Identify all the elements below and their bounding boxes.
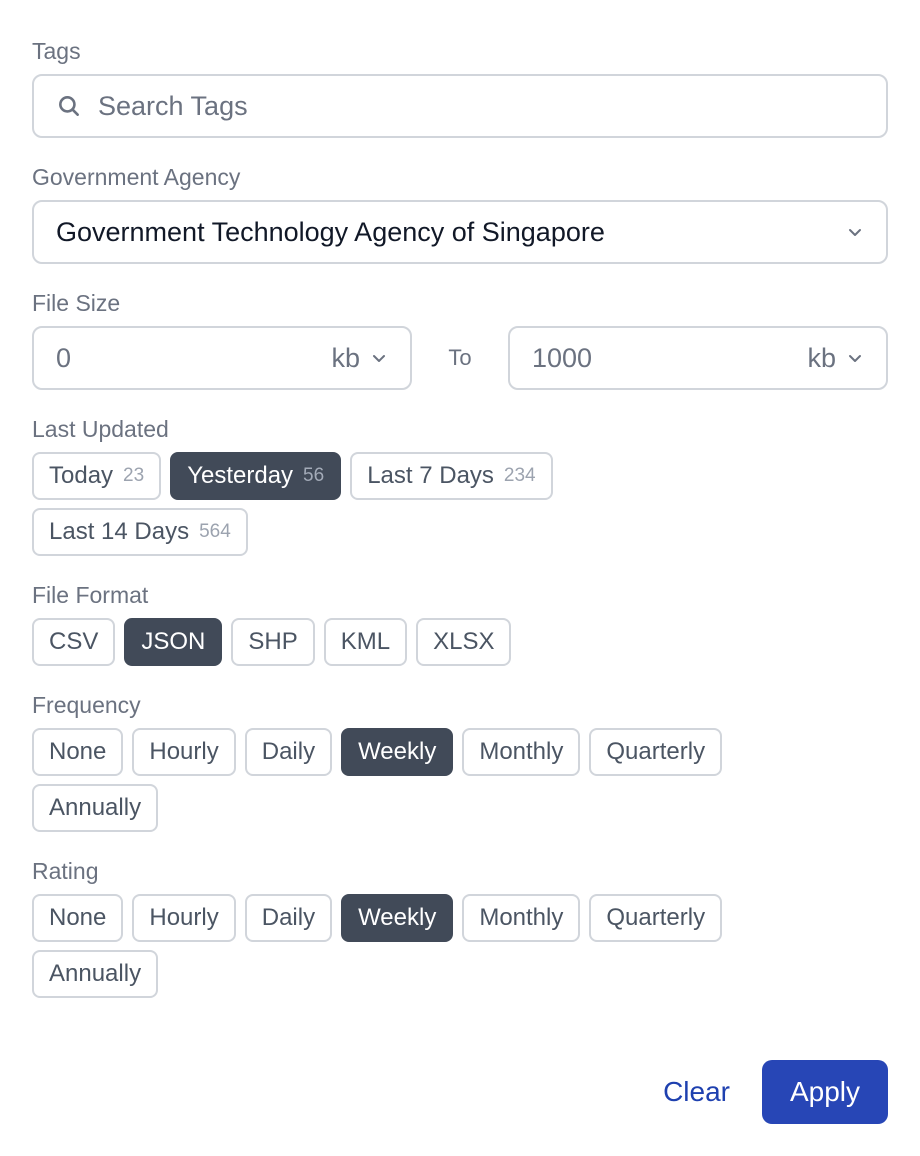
rating-chip-daily[interactable]: Daily [244, 894, 333, 942]
file-size-label: File Size [32, 290, 121, 316]
file-format-chip-csv[interactable]: CSV [32, 618, 116, 666]
rating-chip-weekly[interactable]: Weekly [341, 894, 454, 942]
agency-label: Government Agency [32, 164, 241, 190]
search-icon [56, 93, 82, 119]
last-updated-options: Today 23 Yesterday 56 Last 7 Days 234 La… [32, 452, 772, 556]
rating-chip-none[interactable]: None [32, 894, 124, 942]
file-size-max-value: 1000 [532, 342, 593, 373]
frequency-chip-daily[interactable]: Daily [244, 728, 333, 776]
file-size-min-input[interactable]: 0 kb [32, 326, 412, 390]
chip-label: Last 14 Days [49, 518, 190, 545]
last-updated-label: Last Updated [32, 416, 169, 442]
frequency-chip-quarterly[interactable]: Quarterly [589, 728, 723, 776]
agency-section: Government Agency Government Technology … [32, 162, 888, 264]
rating-label: Rating [32, 858, 99, 884]
filter-panel: Tags Government Agency Government Techno… [32, 36, 888, 1022]
file-size-max-unit: kb [807, 342, 836, 373]
chip-label: Yesterday [187, 462, 294, 489]
frequency-section: Frequency None Hourly Daily Weekly Month… [32, 690, 888, 832]
file-format-options: CSV JSON SHP KML XLSX [32, 618, 772, 666]
frequency-chip-none[interactable]: None [32, 728, 124, 776]
frequency-options: None Hourly Daily Weekly Monthly Quarter… [32, 728, 772, 832]
last-updated-chip-last-14-days[interactable]: Last 14 Days 564 [32, 508, 248, 556]
apply-button[interactable]: Apply [762, 1060, 888, 1124]
agency-selected-value: Government Technology Agency of Singapor… [56, 216, 605, 247]
chevron-down-icon [370, 349, 388, 367]
file-format-section: File Format CSV JSON SHP KML XLSX [32, 580, 888, 666]
file-size-section: File Size 0 kb To 1000 kb [32, 288, 888, 390]
rating-chip-monthly[interactable]: Monthly [462, 894, 581, 942]
frequency-label: Frequency [32, 692, 141, 718]
frequency-chip-weekly[interactable]: Weekly [341, 728, 454, 776]
file-size-max-input[interactable]: 1000 kb [508, 326, 888, 390]
chip-label: Last 7 Days [367, 462, 494, 489]
frequency-chip-annually[interactable]: Annually [32, 784, 159, 832]
chip-count: 564 [199, 521, 231, 542]
tags-label: Tags [32, 38, 81, 64]
last-updated-chip-yesterday[interactable]: Yesterday 56 [170, 452, 342, 500]
tags-search-input[interactable] [98, 90, 864, 122]
chevron-down-icon [846, 223, 864, 241]
file-size-max-unit-select[interactable]: kb [807, 343, 864, 374]
file-format-chip-json[interactable]: JSON [124, 618, 223, 666]
clear-button[interactable]: Clear [663, 1076, 730, 1108]
file-size-to-label: To [448, 345, 472, 370]
last-updated-section: Last Updated Today 23 Yesterday 56 Last … [32, 414, 888, 556]
file-format-chip-shp[interactable]: SHP [231, 618, 315, 666]
filter-actions: Clear Apply [663, 1060, 888, 1124]
rating-options: None Hourly Daily Weekly Monthly Quarter… [32, 894, 772, 998]
rating-chip-hourly[interactable]: Hourly [132, 894, 236, 942]
file-format-chip-kml[interactable]: KML [323, 618, 408, 666]
rating-section: Rating None Hourly Daily Weekly Monthly … [32, 856, 888, 998]
file-size-row: 0 kb To 1000 kb [32, 326, 888, 390]
last-updated-chip-today[interactable]: Today 23 [32, 452, 162, 500]
chip-label: Today [49, 462, 114, 489]
chip-count: 56 [303, 465, 325, 486]
chip-count: 23 [123, 465, 145, 486]
rating-chip-annually[interactable]: Annually [32, 950, 159, 998]
agency-select[interactable]: Government Technology Agency of Singapor… [32, 200, 888, 264]
chip-count: 234 [503, 465, 536, 486]
frequency-chip-monthly[interactable]: Monthly [462, 728, 581, 776]
last-updated-chip-last-7-days[interactable]: Last 7 Days 234 [350, 452, 553, 500]
file-format-chip-xlsx[interactable]: XLSX [416, 618, 512, 666]
file-size-min-value: 0 [56, 342, 72, 373]
chevron-down-icon [846, 349, 864, 367]
file-size-min-unit-select[interactable]: kb [331, 343, 388, 374]
file-size-min-unit: kb [331, 342, 360, 373]
frequency-chip-hourly[interactable]: Hourly [132, 728, 236, 776]
rating-chip-quarterly[interactable]: Quarterly [589, 894, 723, 942]
tags-search-field[interactable] [32, 74, 888, 138]
file-format-label: File Format [32, 582, 149, 608]
tags-section: Tags [32, 36, 888, 138]
